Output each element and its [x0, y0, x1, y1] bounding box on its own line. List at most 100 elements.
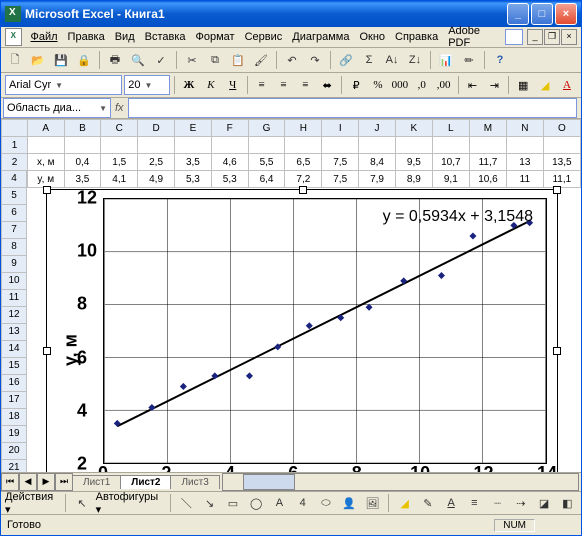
spell-icon[interactable]: ✓ — [151, 50, 171, 70]
preview-icon[interactable]: 🔍 — [128, 50, 148, 70]
row-header[interactable]: 5 — [1, 188, 27, 205]
minimize-button[interactable]: _ — [507, 3, 529, 25]
cell[interactable]: 4,9 — [138, 171, 175, 188]
rect-icon[interactable]: ▭ — [223, 493, 242, 513]
cell[interactable]: 4,1 — [101, 171, 138, 188]
menu-insert[interactable]: Вставка — [140, 29, 191, 45]
sheet-tab-1[interactable]: Лист1 — [72, 475, 121, 489]
line-icon[interactable]: ＼ — [177, 493, 196, 513]
cell[interactable]: 7,9 — [359, 171, 396, 188]
maximize-button[interactable]: □ — [531, 3, 553, 25]
copy-icon[interactable]: ⧉ — [205, 50, 225, 70]
worksheet-area[interactable]: ABCDEFGHIJKLMNO12x, м0,41,52,53,54,65,56… — [1, 119, 581, 472]
row-header[interactable]: 20 — [1, 443, 27, 460]
row-header[interactable]: 13 — [1, 324, 27, 341]
help-icon[interactable]: ? — [490, 50, 510, 70]
row-header[interactable]: 19 — [1, 426, 27, 443]
wordart-icon[interactable]: 4 — [293, 493, 312, 513]
picture-icon[interactable]: 🖼 — [363, 493, 382, 513]
fillcolor-icon[interactable]: ◢ — [395, 493, 414, 513]
row-header[interactable]: 14 — [1, 341, 27, 358]
tab-nav[interactable]: ⏮ ◀ ▶ ⏭ — [1, 473, 73, 491]
menu-tools[interactable]: Сервис — [240, 29, 288, 45]
mdi-restore[interactable]: ❐ — [544, 29, 560, 45]
row-header[interactable]: 12 — [1, 307, 27, 324]
menu-chart[interactable]: Диаграмма — [287, 29, 354, 45]
col-header[interactable]: D — [138, 120, 175, 137]
bold-button[interactable]: Ж — [179, 75, 199, 95]
align-left-icon[interactable]: ≡ — [252, 75, 272, 95]
formula-bar[interactable] — [128, 98, 577, 118]
3d-icon[interactable]: ◧ — [558, 493, 577, 513]
cell[interactable]: 5,5 — [248, 154, 285, 171]
tab-next-icon[interactable]: ▶ — [37, 473, 55, 491]
link-icon[interactable]: 🔗 — [336, 50, 356, 70]
currency-icon[interactable]: ₽ — [346, 75, 366, 95]
cell[interactable]: 1,5 — [101, 154, 138, 171]
mdi-close[interactable]: × — [561, 29, 577, 45]
size-combo[interactable]: 20▼ — [124, 75, 170, 95]
print-icon[interactable]: 🖶 — [105, 50, 125, 70]
dash-icon[interactable]: ┈ — [488, 493, 507, 513]
chart-handle[interactable] — [299, 186, 307, 194]
arrowstyle-icon[interactable]: ⇢ — [511, 493, 530, 513]
name-box[interactable]: Область диа...▼ — [3, 98, 111, 118]
menu-file[interactable]: Файл — [26, 29, 63, 45]
col-header[interactable]: G — [248, 120, 285, 137]
cell[interactable]: 9,5 — [395, 154, 432, 171]
cell[interactable]: 8,4 — [359, 154, 396, 171]
inc-dec-icon[interactable]: ,0 — [412, 75, 432, 95]
col-header[interactable]: H — [285, 120, 322, 137]
undo-icon[interactable]: ↶ — [282, 50, 302, 70]
fx-icon[interactable]: fx — [115, 102, 124, 114]
cell[interactable]: 7,5 — [322, 154, 359, 171]
col-header[interactable]: F — [211, 120, 248, 137]
select-icon[interactable]: ↖ — [72, 493, 91, 513]
cell[interactable]: 13,5 — [543, 154, 580, 171]
col-header[interactable]: I — [322, 120, 359, 137]
menu-window[interactable]: Окно — [354, 29, 390, 45]
sheet-tab-2[interactable]: Лист2 — [120, 475, 171, 489]
row-header[interactable]: 2 — [2, 154, 28, 171]
fmtpaint-icon[interactable]: 🖌 — [251, 50, 271, 70]
dec-dec-icon[interactable]: ,00 — [434, 75, 454, 95]
underline-button[interactable]: Ч — [223, 75, 243, 95]
cell[interactable]: 3,5 — [64, 171, 101, 188]
font-color-icon[interactable]: A — [557, 75, 577, 95]
menu-help[interactable]: Справка — [390, 29, 443, 45]
chart-handle[interactable] — [553, 186, 561, 194]
cell[interactable]: x, м — [27, 154, 64, 171]
type-question-box[interactable] — [505, 29, 523, 45]
cell[interactable]: 3,5 — [174, 154, 211, 171]
chart-handle[interactable] — [43, 186, 51, 194]
cell[interactable]: 11,7 — [469, 154, 506, 171]
shadow-icon[interactable]: ◪ — [534, 493, 553, 513]
menu-format[interactable]: Формат — [191, 29, 240, 45]
cell[interactable]: 11 — [507, 171, 544, 188]
tab-last-icon[interactable]: ⏭ — [55, 473, 73, 491]
col-header[interactable]: E — [174, 120, 211, 137]
row-header[interactable]: 18 — [1, 409, 27, 426]
diagram-icon[interactable]: ⬭ — [316, 493, 335, 513]
align-center-icon[interactable]: ≡ — [274, 75, 294, 95]
cut-icon[interactable]: ✂ — [182, 50, 202, 70]
sortza-icon[interactable]: Z↓ — [405, 50, 425, 70]
col-header[interactable]: L — [432, 120, 469, 137]
comma-icon[interactable]: 000 — [390, 75, 410, 95]
horizontal-scrollbar[interactable] — [222, 473, 579, 491]
cell[interactable]: 5,3 — [211, 171, 248, 188]
cell[interactable]: y, м — [27, 171, 64, 188]
merge-icon[interactable]: ⬌ — [317, 75, 337, 95]
cell[interactable]: 9,1 — [432, 171, 469, 188]
col-header[interactable]: C — [101, 120, 138, 137]
redo-icon[interactable]: ↷ — [305, 50, 325, 70]
indent-dec-icon[interactable]: ⇤ — [463, 75, 483, 95]
col-header[interactable]: J — [359, 120, 396, 137]
fill-color-icon[interactable]: ◢ — [535, 75, 555, 95]
col-header[interactable]: K — [395, 120, 432, 137]
row-header[interactable]: 6 — [1, 205, 27, 222]
menu-view[interactable]: Вид — [110, 29, 140, 45]
col-header[interactable]: M — [469, 120, 506, 137]
sortaz-icon[interactable]: A↓ — [382, 50, 402, 70]
cell[interactable]: 11,1 — [543, 171, 580, 188]
